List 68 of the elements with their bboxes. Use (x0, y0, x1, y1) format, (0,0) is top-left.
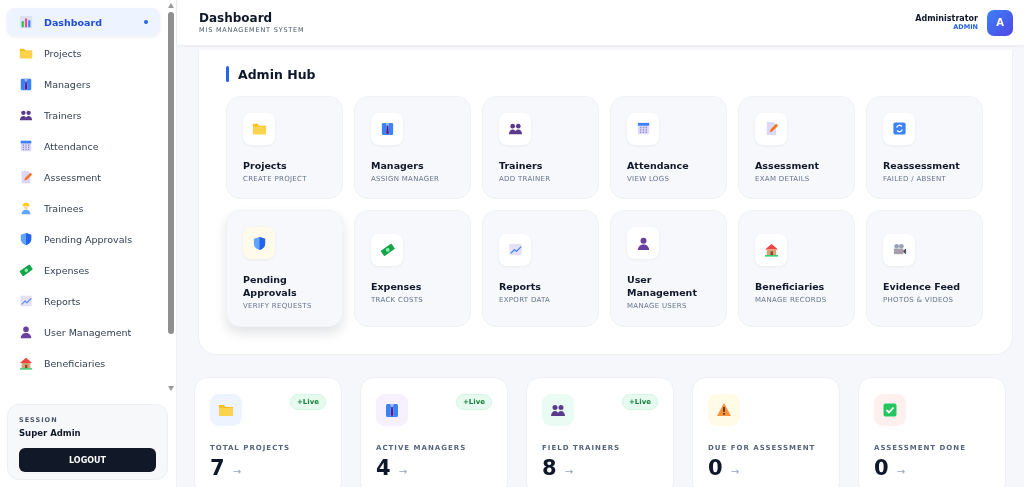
tile-title: Assessment (755, 158, 821, 172)
sidebar-item[interactable]: Reports (7, 287, 160, 315)
money-icon (19, 263, 33, 277)
warning-icon (716, 402, 732, 418)
sidebar-item[interactable]: Assessment (7, 163, 160, 191)
sidebar-item[interactable]: Beneficiaries (7, 349, 160, 377)
tile-title: Beneficiaries (755, 279, 826, 293)
bar-chart-icon (19, 15, 33, 29)
document-pencil-icon (19, 170, 33, 184)
tile-title: Managers (371, 158, 425, 172)
arrow-glyph: → (730, 466, 739, 477)
worker-icon (19, 201, 33, 215)
sidebar-item[interactable]: Trainees (7, 194, 160, 222)
tile-title: Attendance (627, 158, 690, 172)
stat-value: 8 (542, 456, 557, 480)
suit-icon (19, 77, 33, 91)
check-box-icon (882, 402, 898, 418)
page-title: Dashboard (199, 11, 274, 25)
tile-title: User Management (627, 273, 698, 299)
active-dot (144, 20, 148, 24)
user-name: Administrator (915, 14, 978, 23)
person-icon (19, 325, 33, 339)
sidebar-item[interactable]: Pending Approvals (7, 225, 160, 253)
shield-icon (251, 235, 267, 251)
sidebar-item[interactable]: Expenses (7, 256, 160, 284)
folder-icon (19, 46, 33, 60)
arrow-glyph: → (564, 466, 573, 477)
suit-icon (384, 402, 400, 418)
tile-title: Expenses (371, 279, 423, 293)
shield-icon (19, 232, 33, 246)
sidebar-item[interactable]: Trainers (7, 101, 160, 129)
line-chart-icon (507, 242, 523, 257)
avatar[interactable]: A (987, 9, 1013, 36)
line-chart-icon (19, 294, 33, 308)
tile-title: Trainers (499, 158, 544, 172)
two-people-icon (507, 121, 523, 136)
stat-value: 0 (874, 456, 889, 480)
person-icon (635, 235, 651, 251)
two-people-icon (550, 402, 566, 418)
folder-icon (218, 402, 234, 418)
tile-title: Projects (243, 158, 288, 172)
tile-title: Reports (499, 279, 542, 293)
refresh-icon (891, 121, 907, 136)
tile-title: Reassessment (883, 158, 961, 172)
sidebar-item[interactable]: User Management (7, 318, 160, 346)
folder-icon (251, 121, 267, 136)
stat-value: 0 (708, 456, 723, 480)
sidebar-item[interactable]: Dashboard (7, 8, 160, 36)
logout-button[interactable]: LOGOUT (19, 448, 156, 472)
house-icon (763, 242, 779, 257)
sidebar-item[interactable]: Projects (7, 39, 160, 67)
section-title: Admin Hub (238, 66, 316, 82)
sidebar-item[interactable]: Managers (7, 70, 160, 98)
calendar-icon (635, 121, 651, 136)
house-icon (19, 356, 33, 370)
suit-icon (379, 121, 395, 136)
arrow-glyph: → (896, 466, 905, 477)
film-camera-icon (891, 242, 907, 257)
session-user: Super Admin (19, 427, 82, 438)
calendar-icon (19, 139, 33, 153)
stat-value: 7 (210, 456, 225, 480)
tile-title: Evidence Feed (883, 279, 962, 293)
arrow-glyph: → (232, 466, 241, 477)
stat-value: 4 (376, 456, 391, 480)
two-people-icon (19, 108, 33, 122)
sidebar-item[interactable]: Attendance (7, 132, 160, 160)
tile-title: Pending Approvals (243, 273, 298, 299)
arrow-glyph: → (398, 466, 407, 477)
